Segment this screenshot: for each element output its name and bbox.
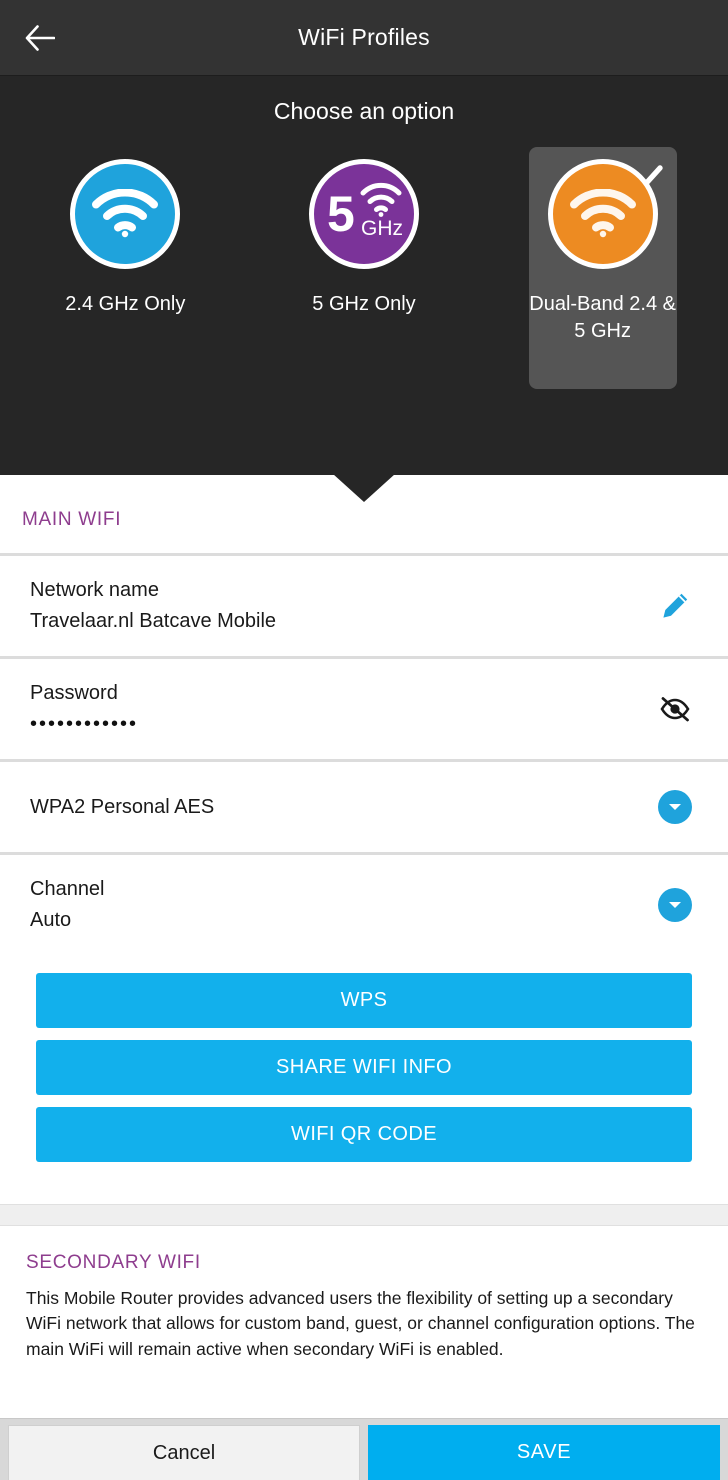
band-option-dualband[interactable]: Dual-Band 2.4 & 5 GHz bbox=[528, 147, 677, 389]
pencil-icon bbox=[663, 593, 688, 618]
band-option-24ghz[interactable]: 2.4 GHz Only bbox=[51, 147, 199, 332]
band-option-5ghz[interactable]: 5 GHz 5 GHz Only bbox=[290, 147, 438, 332]
share-wifi-info-button[interactable]: SHARE WIFI INFO bbox=[36, 1040, 692, 1095]
channel-dropdown-button[interactable] bbox=[652, 882, 698, 928]
toggle-password-visibility-button[interactable] bbox=[652, 686, 698, 732]
secondary-wifi-description: This Mobile Router provides advanced use… bbox=[26, 1288, 695, 1359]
settings-body: MAIN WIFI Network name Travelaar.nl Batc… bbox=[0, 475, 728, 1418]
band-option-list: 2.4 GHz Only 5 GHz 5 GHz Only Dual-Band … bbox=[0, 147, 728, 389]
app-bar: WiFi Profiles bbox=[0, 0, 728, 75]
wifi-5ghz-icon: 5 GHz bbox=[327, 182, 403, 242]
security-type-row[interactable]: WPA2 Personal AES bbox=[0, 762, 728, 852]
wifi-icon-badge-5ghz: 5 GHz bbox=[308, 159, 419, 269]
bottom-action-bar: Cancel SAVE bbox=[0, 1418, 728, 1480]
wifi-icon-badge-24ghz bbox=[70, 159, 181, 269]
channel-row[interactable]: Channel Auto bbox=[0, 855, 728, 955]
wifi-qr-code-button[interactable]: WIFI QR CODE bbox=[36, 1107, 692, 1162]
chooser-title: Choose an option bbox=[273, 98, 455, 124]
wifi-icon bbox=[569, 189, 636, 238]
secondary-wifi-section: SECONDARY WIFI This Mobile Router provid… bbox=[0, 1226, 728, 1362]
eye-off-icon bbox=[660, 697, 690, 722]
security-type-value: WPA2 Personal AES bbox=[30, 795, 215, 818]
secondary-wifi-heading: SECONDARY WIFI bbox=[26, 1252, 201, 1273]
back-button[interactable] bbox=[18, 16, 62, 60]
password-row[interactable]: Password •••••••••••• bbox=[0, 659, 728, 759]
wifi-profiles-screen: WiFi Profiles Choose an option 2.4 GHz O… bbox=[0, 0, 728, 1480]
band-option-label-24ghz: 2.4 GHz Only bbox=[65, 293, 186, 315]
edit-network-name-button[interactable] bbox=[652, 583, 698, 629]
page-title: WiFi Profiles bbox=[298, 24, 430, 50]
security-type-dropdown-button[interactable] bbox=[652, 784, 698, 830]
svg-text:GHz: GHz bbox=[361, 217, 403, 240]
arrow-left-icon bbox=[25, 24, 55, 51]
password-texts: Password •••••••••••• bbox=[30, 681, 138, 737]
security-type-texts: WPA2 Personal AES bbox=[30, 795, 214, 820]
network-name-row[interactable]: Network name Travelaar.nl Batcave Mobile bbox=[0, 556, 728, 656]
band-option-label-dualband: Dual-Band 2.4 & 5 GHz bbox=[529, 293, 677, 342]
wifi-icon-badge-dualband bbox=[547, 159, 658, 269]
band-option-label-5ghz: 5 GHz Only bbox=[312, 293, 416, 315]
network-name-texts: Network name Travelaar.nl Batcave Mobile bbox=[30, 578, 276, 634]
channel-label: Channel bbox=[30, 878, 105, 900]
wps-button[interactable]: WPS bbox=[36, 973, 692, 1028]
chevron-down-icon bbox=[658, 790, 692, 824]
section-gap-band bbox=[0, 1204, 728, 1226]
band-chooser-panel: Choose an option 2.4 GHz Only 5 GHz 5 GH… bbox=[0, 75, 728, 502]
wifi-icon bbox=[92, 189, 159, 238]
password-value-masked: •••••••••••• bbox=[30, 713, 139, 735]
network-name-value: Travelaar.nl Batcave Mobile bbox=[30, 610, 277, 632]
selection-pointer-triangle bbox=[333, 474, 395, 502]
channel-value: Auto bbox=[30, 909, 72, 931]
svg-text:5: 5 bbox=[327, 186, 355, 242]
main-wifi-action-buttons: WPS SHARE WIFI INFO WIFI QR CODE bbox=[0, 955, 728, 1162]
channel-texts: Channel Auto bbox=[30, 877, 105, 933]
chevron-down-glyph bbox=[669, 804, 681, 810]
network-name-label: Network name bbox=[30, 579, 159, 601]
save-button[interactable]: SAVE bbox=[368, 1425, 720, 1480]
password-label: Password bbox=[30, 682, 118, 704]
chevron-down-icon bbox=[658, 888, 692, 922]
cancel-button[interactable]: Cancel bbox=[8, 1425, 361, 1480]
chevron-down-glyph bbox=[669, 902, 681, 908]
